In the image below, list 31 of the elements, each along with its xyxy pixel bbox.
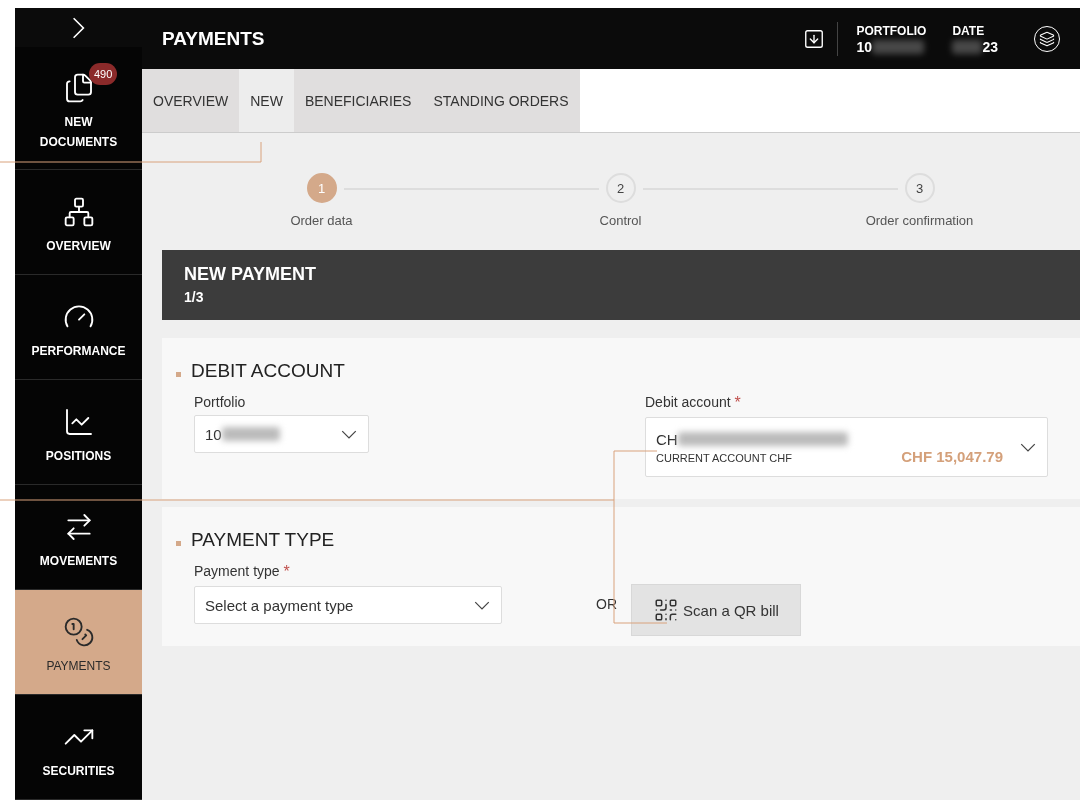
page-title: PAYMENTS (162, 27, 266, 50)
section-title: DEBIT ACCOUNT (191, 360, 345, 382)
required-mark: * (283, 563, 291, 581)
portfolio-label: PORTFOLIO (856, 22, 927, 39)
tab[interactable]: STANDING ORDERS (422, 69, 580, 132)
payment-type-select[interactable]: Select a payment type (194, 586, 502, 624)
step-circle: 3 (904, 173, 935, 203)
sidebar-item[interactable]: PAYMENTS (15, 590, 142, 695)
debit-account-select[interactable]: CH CURRENT ACCOUNT CHF CHF 15,047.79 (645, 417, 1048, 477)
step-circle: 1 (306, 173, 337, 203)
step-label: Control (599, 213, 642, 228)
tab[interactable]: BENEFICIARIES (293, 69, 423, 132)
step-label: Order data (290, 213, 353, 228)
field-label: Payment type (194, 563, 280, 579)
count-badge: 490 (89, 63, 118, 85)
step-circle: 2 (605, 173, 636, 203)
section-title: PAYMENT TYPE (191, 529, 335, 551)
date-value: 23 (982, 38, 998, 55)
portfolio-number: 10 (856, 38, 872, 55)
portfolio-select[interactable]: 10 (194, 415, 369, 453)
required-mark: * (734, 394, 742, 412)
or-label: OR (596, 596, 617, 614)
step-counter: 1/3 (184, 289, 205, 305)
step-label: Order confirmation (865, 213, 974, 228)
tab[interactable]: NEW (239, 69, 294, 132)
form-title: NEW PAYMENT (184, 264, 317, 285)
field-label: Portfolio (194, 394, 246, 410)
scan-qr-button[interactable]: Scan a QR bill (631, 584, 801, 636)
field-label: Debit account (645, 394, 731, 410)
date-label: DATE (952, 22, 986, 39)
tab[interactable]: OVERVIEW (142, 69, 240, 132)
